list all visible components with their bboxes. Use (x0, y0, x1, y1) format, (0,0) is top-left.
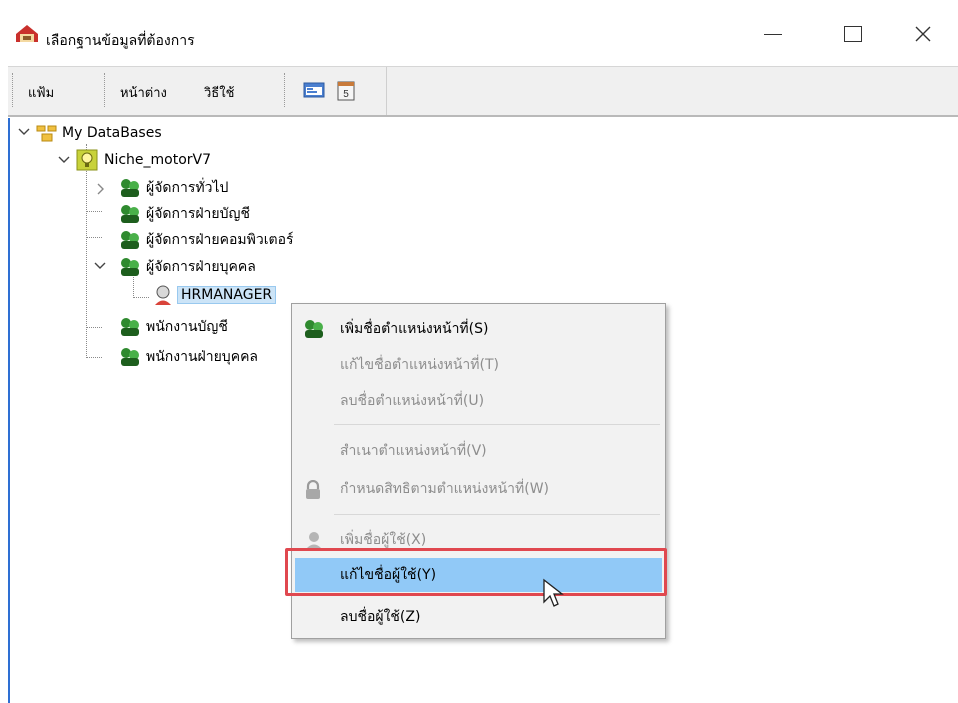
toolbar-grip[interactable] (104, 73, 107, 107)
toolbar-divider (386, 67, 387, 115)
minimize-icon (764, 33, 782, 35)
svg-text:5: 5 (343, 89, 349, 100)
main-window: เลือกฐานข้อมูลที่ต้องการ แฟ้ม หน้าต่าง ว… (0, 0, 958, 703)
chevron-down-icon[interactable] (94, 261, 106, 271)
user-group-icon (121, 231, 139, 249)
tree-label-root: My DataBases (62, 125, 162, 141)
window-title: เลือกฐานข้อมูลที่ต้องการ (46, 33, 195, 49)
mouse-pointer-icon (543, 578, 564, 607)
chevron-down-icon[interactable] (58, 155, 70, 165)
menu-separator (334, 514, 660, 515)
user-group-icon (121, 348, 139, 366)
user-icon (306, 532, 322, 549)
tree-label-group: พนักงานฝ่ายบุคคล (146, 349, 259, 365)
tree-node-group[interactable]: ผู้จัดการฝ่ายบุคคล (118, 256, 256, 278)
tree-node-user-selected[interactable]: HRMANAGER (152, 284, 277, 306)
tree-connector (86, 327, 102, 328)
chevron-down-icon[interactable] (18, 127, 30, 137)
chevron-right-icon[interactable] (96, 183, 106, 195)
tree-label-database: Niche_motorV7 (104, 152, 212, 168)
tree-label-group: ผู้จัดการฝ่ายบัญชี (146, 206, 250, 222)
menu-item-label: แก้ไขชื่อตำแหน่งหน้าที่(T) (340, 357, 499, 373)
toolbar-grip[interactable] (12, 73, 15, 107)
title-bar[interactable]: เลือกฐานข้อมูลที่ต้องการ (0, 0, 958, 66)
tree-connector (86, 144, 87, 358)
tree-node-group[interactable]: ผู้จัดการฝ่ายคอมพิวเตอร์ (118, 229, 294, 251)
menu-item-label: กำหนดสิทธิตามตำแหน่งหน้าที่(W) (340, 481, 549, 497)
tree-label-user: HRMANAGER (177, 286, 277, 304)
menu-item-set-permissions[interactable]: กำหนดสิทธิตามตำแหน่งหน้าที่(W) (292, 472, 665, 506)
tree-node-group[interactable]: ผู้จัดการทั่วไป (118, 177, 228, 199)
maximize-button[interactable] (830, 14, 876, 54)
menu-item-label: สำเนาตำแหน่งหน้าที่(V) (340, 443, 487, 459)
lock-icon (306, 480, 320, 499)
menu-file[interactable]: แฟ้ม (28, 82, 54, 103)
tree-label-group: ผู้จัดการฝ่ายคอมพิวเตอร์ (146, 232, 294, 248)
window-list-icon[interactable] (302, 78, 326, 102)
menu-item-copy-position[interactable]: สำเนาตำแหน่งหน้าที่(V) (292, 434, 665, 468)
user-group-icon (121, 258, 139, 276)
menu-item-delete-position[interactable]: ลบชื่อตำแหน่งหน้าที่(U) (292, 384, 665, 418)
tree-connector (86, 237, 102, 238)
menu-window[interactable]: หน้าต่าง (120, 82, 167, 103)
tree-label-group: ผู้จัดการฝ่ายบุคคล (146, 259, 256, 275)
menu-separator (334, 424, 660, 425)
menu-item-add-position[interactable]: เพิ่มชื่อตำแหน่งหน้าที่(S) (292, 312, 665, 346)
tree-node-group[interactable]: พนักงานบัญชี (118, 316, 228, 338)
tree-node-database[interactable]: Niche_motorV7 (76, 149, 211, 171)
user-group-icon (121, 318, 139, 336)
tree-connector (86, 357, 102, 358)
tree-left-border (8, 118, 10, 703)
app-database-icon (16, 25, 38, 42)
tree-connector (133, 297, 149, 298)
tree-connector (86, 211, 102, 212)
databases-folder-icon (36, 125, 57, 142)
tree-node-root[interactable]: My DataBases (36, 122, 162, 144)
minimize-button[interactable] (750, 14, 796, 54)
menu-help[interactable]: วิธีใช้ (204, 82, 234, 103)
user-group-icon (121, 179, 139, 197)
annotation-highlight-box (285, 548, 667, 596)
tree-node-group[interactable]: ผู้จัดการฝ่ายบัญชี (118, 203, 250, 225)
menu-item-label: ลบชื่อตำแหน่งหน้าที่(U) (340, 393, 485, 409)
close-button[interactable] (900, 14, 946, 54)
menu-item-label: เพิ่มชื่อตำแหน่งหน้าที่(S) (340, 321, 489, 337)
maximize-icon (844, 26, 862, 42)
calendar-icon[interactable]: 5 (334, 78, 358, 102)
menu-item-label: ลบชื่อผู้ใช้(Z) (340, 609, 421, 625)
database-bulb-icon (76, 149, 98, 171)
menu-toolbar: แฟ้ม หน้าต่าง วิธีใช้ 5 (8, 66, 958, 117)
tree-node-group[interactable]: พนักงานฝ่ายบุคคล (118, 346, 258, 368)
tree-label-group: ผู้จัดการทั่วไป (146, 180, 229, 196)
user-icon (155, 285, 171, 305)
user-group-icon (305, 320, 323, 338)
menu-item-edit-position[interactable]: แก้ไขชื่อตำแหน่งหน้าที่(T) (292, 348, 665, 382)
menu-item-delete-user[interactable]: ลบชื่อผู้ใช้(Z) (292, 600, 665, 634)
user-group-icon (121, 205, 139, 223)
toolbar-grip[interactable] (284, 73, 287, 107)
close-icon (915, 26, 931, 42)
tree-label-group: พนักงานบัญชี (146, 319, 228, 335)
